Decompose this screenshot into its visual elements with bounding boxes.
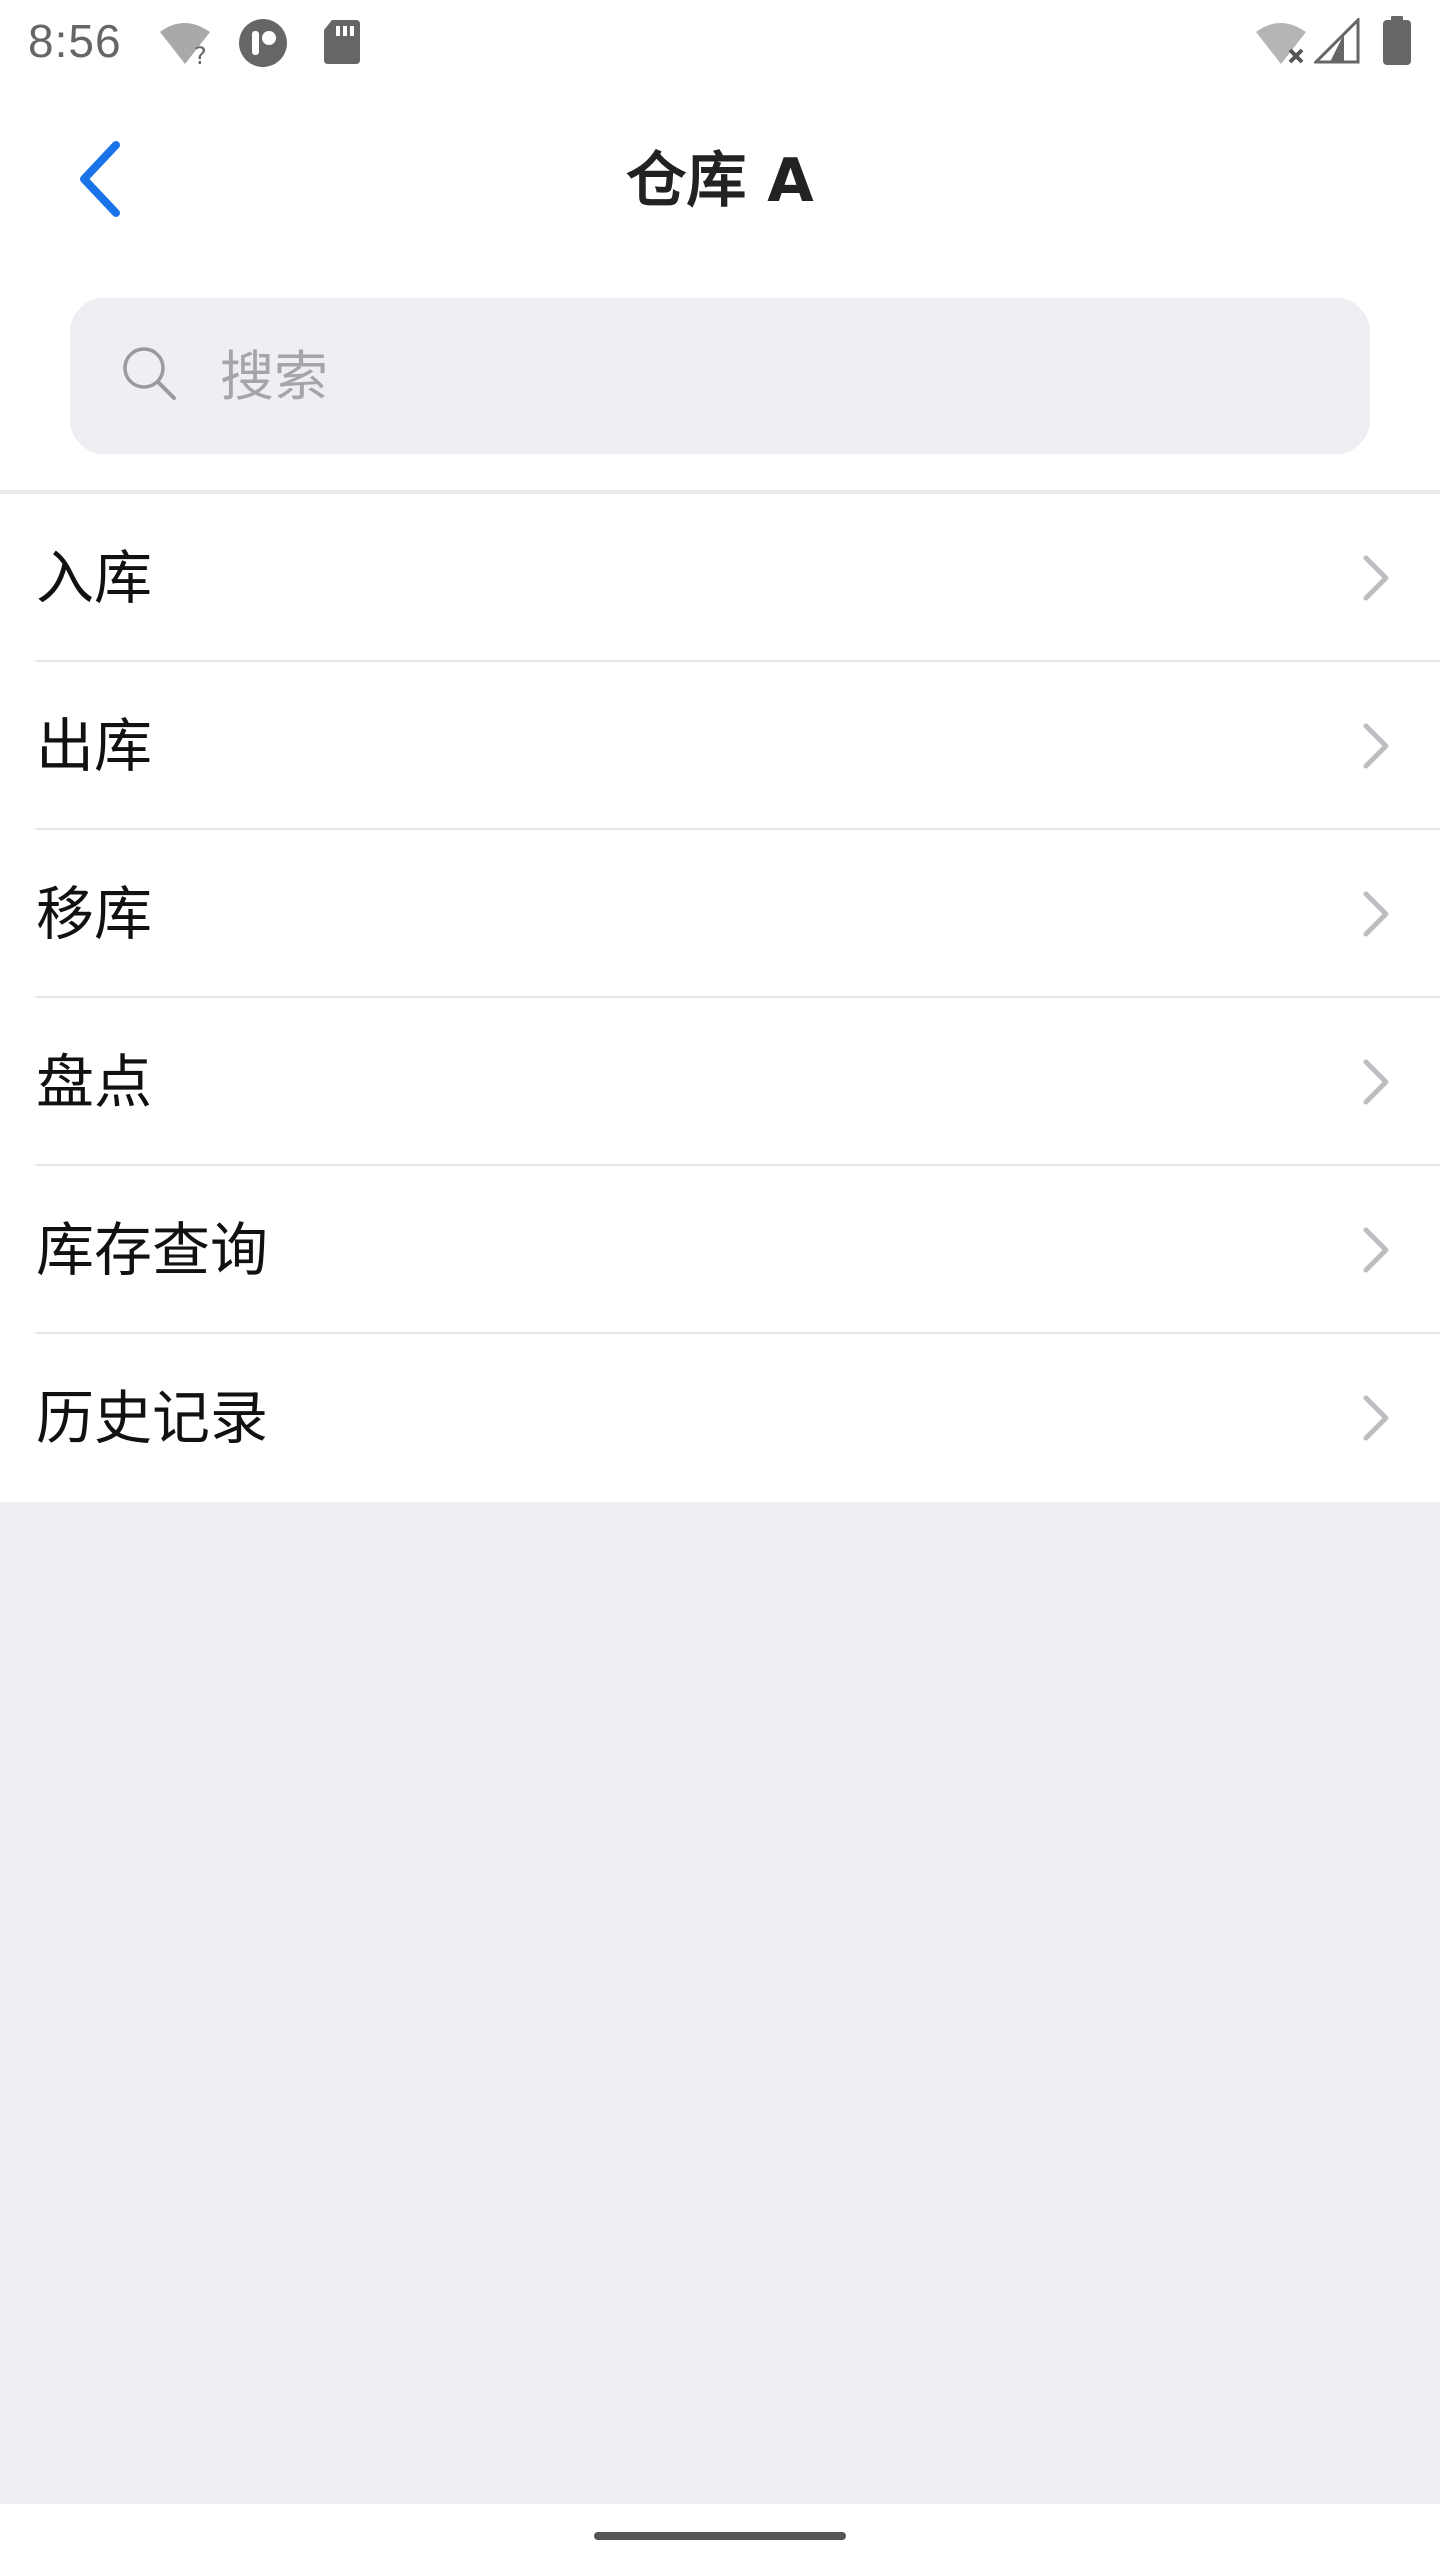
search-icon xyxy=(120,344,180,404)
menu-item-label: 盘点 xyxy=(36,1048,153,1116)
menu-item-label: 出库 xyxy=(36,712,153,780)
menu-item-label: 库存查询 xyxy=(36,1216,269,1284)
menu-item-stocktake[interactable]: 盘点 xyxy=(0,998,1440,1166)
page-title: 仓库 A xyxy=(626,146,814,216)
wifi-question-icon: ? xyxy=(158,20,214,70)
chevron-right-icon xyxy=(1356,888,1396,940)
chevron-right-icon xyxy=(1356,1056,1396,1108)
search-input[interactable] xyxy=(220,298,1340,454)
menu-item-label: 入库 xyxy=(36,544,153,612)
cellular-signal-icon xyxy=(1312,16,1360,68)
menu-item-label: 移库 xyxy=(36,880,153,948)
chevron-right-icon xyxy=(1356,1392,1396,1444)
sd-card-icon xyxy=(322,18,362,70)
menu-item-inventory-query[interactable]: 库存查询 xyxy=(0,1166,1440,1334)
gesture-bar xyxy=(0,2504,1440,2560)
status-time: 8:56 xyxy=(28,15,122,67)
menu-item-history[interactable]: 历史记录 xyxy=(0,1334,1440,1502)
menu-item-label: 历史记录 xyxy=(36,1384,269,1452)
svg-text:?: ? xyxy=(194,42,207,66)
navigation-header: 仓库 A xyxy=(0,86,1440,276)
search-bar[interactable] xyxy=(70,298,1370,454)
menu-item-transfer[interactable]: 移库 xyxy=(0,830,1440,998)
status-bar: 8:56 ? xyxy=(0,0,1440,86)
menu-list: 入库 出库 移库 盘点 库存查询 历史记录 xyxy=(0,494,1440,1502)
chevron-right-icon xyxy=(1356,1224,1396,1276)
battery-icon xyxy=(1382,16,1412,70)
screen: 8:56 ? 仓库 A 搜索 入库 出库 移库 盘点 库存查询 历史记录 xyxy=(0,0,1440,2560)
search-section xyxy=(0,276,1440,494)
menu-item-outbound[interactable]: 出库 xyxy=(0,662,1440,830)
chevron-right-icon xyxy=(1356,552,1396,604)
menu-item-inbound[interactable]: 入库 xyxy=(0,494,1440,662)
app-notification-icon xyxy=(238,18,288,72)
chevron-right-icon xyxy=(1356,720,1396,772)
home-indicator[interactable] xyxy=(594,2532,846,2540)
wifi-off-icon xyxy=(1254,20,1310,70)
